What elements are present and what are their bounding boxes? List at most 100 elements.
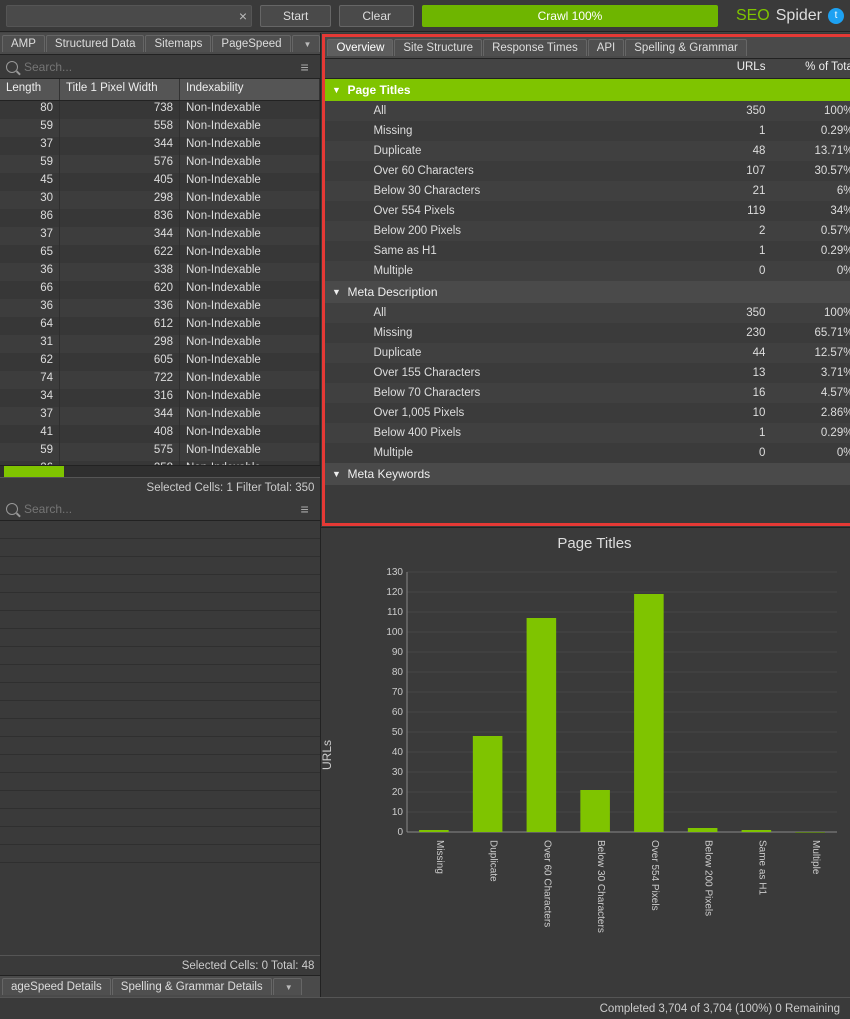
tab-amp[interactable]: AMP [2,35,45,52]
table-row[interactable]: 66620Non-Indexable [0,281,320,299]
col-urls[interactable]: URLs [693,59,773,78]
search-input[interactable] [24,60,294,74]
table-row[interactable]: 64612Non-Indexable [0,317,320,335]
tab-site-structure[interactable]: Site Structure [394,39,482,56]
filter-row[interactable]: Multiple00% [325,261,850,281]
filter-row[interactable]: Below 200 Pixels20.57% [325,221,850,241]
table-row[interactable]: 62605Non-Indexable [0,353,320,371]
tab-structured-data[interactable]: Structured Data [46,35,145,52]
table-row[interactable]: 37344Non-Indexable [0,137,320,155]
table-row[interactable]: 86836Non-Indexable [0,209,320,227]
left-table-body: 80738Non-Indexable59558Non-Indexable3734… [0,101,320,465]
filter-row[interactable]: Missing23065.71% [325,323,850,343]
list-item[interactable] [0,575,320,593]
col-pct[interactable]: % of Total [773,59,850,78]
table-row[interactable]: 74722Non-Indexable [0,371,320,389]
section-header[interactable]: ▼Page Titles [325,79,850,101]
table-row[interactable]: 65622Non-Indexable [0,245,320,263]
table-row[interactable]: 36338Non-Indexable [0,263,320,281]
filter-row[interactable]: Below 30 Characters216% [325,181,850,201]
table-row[interactable]: 41408Non-Indexable [0,425,320,443]
list-item[interactable] [0,791,320,809]
list-item[interactable] [0,647,320,665]
col-indexability[interactable]: Indexability [180,79,320,100]
filter-row[interactable]: Missing10.29% [325,121,850,141]
tab-spelling-grammar-details[interactable]: Spelling & Grammar Details [112,978,272,995]
table-row[interactable]: 37344Non-Indexable [0,407,320,425]
filter-row[interactable]: Below 400 Pixels10.29% [325,423,850,443]
list-item[interactable] [0,701,320,719]
tab-agespeed-details[interactable]: ageSpeed Details [2,978,111,995]
svg-text:20: 20 [392,787,404,798]
list-item[interactable] [0,557,320,575]
section-header[interactable]: ▼Meta Keywords [325,463,850,485]
col-title-pixel-width[interactable]: Title 1 Pixel Width [60,79,180,100]
list-item[interactable] [0,719,320,737]
filter-icon[interactable]: ≡ [300,501,314,517]
section-header[interactable]: ▼Meta Description [325,281,850,303]
tab-spelling-grammar[interactable]: Spelling & Grammar [625,39,747,56]
table-row[interactable]: 59576Non-Indexable [0,155,320,173]
tabs-overflow[interactable] [273,978,302,995]
list-item[interactable] [0,845,320,863]
filter-row[interactable]: All350100% [325,101,850,121]
svg-text:40: 40 [392,747,404,758]
tab-response-times[interactable]: Response Times [483,39,587,56]
brand-logo: SEO Spider t [726,7,844,25]
table-row[interactable]: 26258Non-Indexable [0,461,320,465]
lower-footer: Selected Cells: 0 Total: 48 [0,955,320,975]
url-input[interactable]: × [6,5,252,27]
left-table-header: Length Title 1 Pixel Width Indexability [0,79,320,101]
table-row[interactable]: 59575Non-Indexable [0,443,320,461]
list-item[interactable] [0,665,320,683]
svg-text:70: 70 [392,687,404,698]
tab-sitemaps[interactable]: Sitemaps [145,35,211,52]
list-item[interactable] [0,683,320,701]
filter-row[interactable]: Multiple00% [325,443,850,463]
list-item[interactable] [0,611,320,629]
svg-text:110: 110 [388,607,404,618]
filter-row[interactable]: All350100% [325,303,850,323]
filter-row[interactable]: Over 1,005 Pixels102.86% [325,403,850,423]
right-table-header: URLs % of Total [325,59,850,79]
list-item[interactable] [0,737,320,755]
filter-row[interactable]: Over 554 Pixels11934% [325,201,850,221]
list-item[interactable] [0,521,320,539]
list-item[interactable] [0,827,320,845]
filter-row[interactable]: Over 155 Characters133.71% [325,363,850,383]
start-button[interactable]: Start [260,5,331,27]
tab-pagespeed[interactable]: PageSpeed [212,35,290,52]
tab-api[interactable]: API [588,39,625,56]
table-row[interactable]: 45405Non-Indexable [0,173,320,191]
list-item[interactable] [0,539,320,557]
filter-row[interactable]: Duplicate4412.57% [325,343,850,363]
top-toolbar: × Start Clear Crawl 100% SEO Spider t [0,0,850,32]
list-item[interactable] [0,773,320,791]
list-item[interactable] [0,629,320,647]
svg-text:Missing: Missing [434,840,445,874]
table-row[interactable]: 59558Non-Indexable [0,119,320,137]
tabs-overflow[interactable] [292,35,321,52]
table-row[interactable]: 34316Non-Indexable [0,389,320,407]
list-item[interactable] [0,755,320,773]
table-row[interactable]: 31298Non-Indexable [0,335,320,353]
table-row[interactable]: 36336Non-Indexable [0,299,320,317]
left-footer: Selected Cells: 1 Filter Total: 350 [0,477,320,497]
filter-row[interactable]: Same as H110.29% [325,241,850,261]
list-item[interactable] [0,809,320,827]
filter-icon[interactable]: ≡ [300,59,314,75]
filter-row[interactable]: Duplicate4813.71% [325,141,850,161]
lower-search-input[interactable] [24,502,294,516]
left-hscroll[interactable] [0,465,320,477]
filter-row[interactable]: Below 70 Characters164.57% [325,383,850,403]
table-row[interactable]: 80738Non-Indexable [0,101,320,119]
clear-url-icon[interactable]: × [239,8,247,24]
col-length[interactable]: Length [0,79,60,100]
table-row[interactable]: 30298Non-Indexable [0,191,320,209]
table-row[interactable]: 37344Non-Indexable [0,227,320,245]
clear-button[interactable]: Clear [339,5,414,27]
filter-row[interactable]: Over 60 Characters10730.57% [325,161,850,181]
tab-overview[interactable]: Overview [327,39,393,56]
list-item[interactable] [0,593,320,611]
twitter-icon[interactable]: t [828,8,844,24]
